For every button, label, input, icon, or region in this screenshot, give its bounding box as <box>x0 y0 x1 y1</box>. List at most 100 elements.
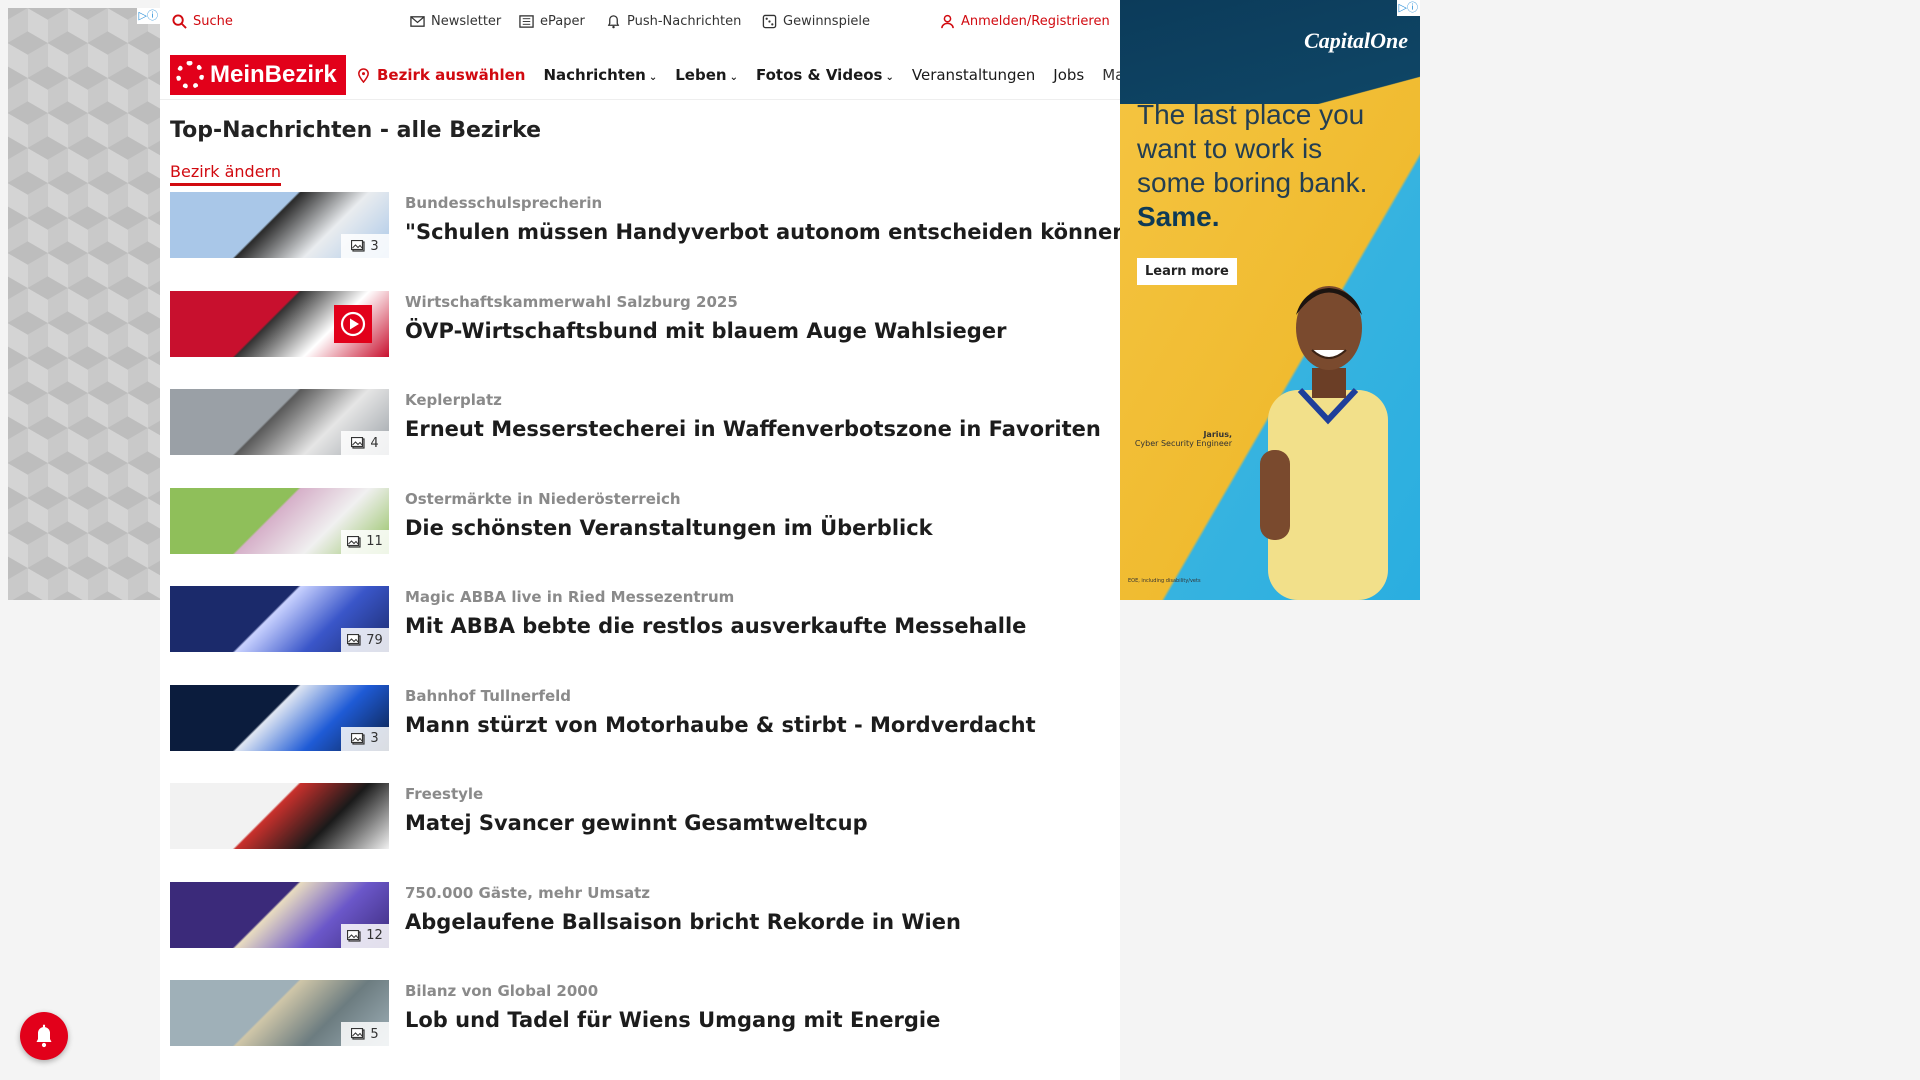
nav-item-nachrichten[interactable]: Nachrichten ⌄ <box>543 66 657 84</box>
chevron-down-icon: ⌄ <box>648 72 658 83</box>
push-notifications-link[interactable]: Push-Nachrichten <box>606 14 741 29</box>
photo-count-badge: 11 <box>341 529 389 554</box>
gallery-icon <box>351 1028 365 1040</box>
nav-item-label: Jobs <box>1053 66 1085 84</box>
article-item[interactable]: Wirtschaftskammerwahl Salzburg 2025 ÖVP-W… <box>170 290 1120 390</box>
article-item[interactable]: 12 750.000 Gäste, mehr Umsatz Abgelaufene … <box>170 881 1120 981</box>
ad-caption: Jarius, Cyber Security Engineer <box>1132 430 1232 448</box>
gallery-icon <box>351 240 365 252</box>
ad-fine-print: EOE, including disability/vets <box>1128 578 1201 584</box>
article-item[interactable]: 11 Ostermärkte in Niederösterreich Die sch… <box>170 487 1120 587</box>
photo-count: 5 <box>370 1026 379 1042</box>
photo-count-badge: 12 <box>341 923 389 948</box>
epaper-link[interactable]: ePaper <box>519 14 585 29</box>
article-kicker: Magic ABBA live in Ried Messezentrum <box>405 588 735 606</box>
change-district-link[interactable]: Bezirk ändern <box>170 162 281 186</box>
photo-count: 79 <box>366 632 383 648</box>
article-headline[interactable]: "Schulen müssen Handyverbot autonom ents… <box>405 220 1138 244</box>
left-skin-ad[interactable]: ▷ⓘ <box>8 8 160 600</box>
search-label: Suche <box>193 14 233 29</box>
right-banner-ad[interactable]: ▷ⓘ CapitalOne The last place you want to… <box>1120 0 1420 600</box>
logo-mark-icon <box>176 61 204 89</box>
nav-items: Bezirk auswählen Nachrichten ⌄ Leben ⌄ Fot… <box>356 66 1182 84</box>
article-item[interactable]: 3 Bahnhof Tullnerfeld Mann stürzt von Moto… <box>170 684 1120 784</box>
newsletter-link[interactable]: Newsletter <box>410 14 501 29</box>
games-label: Gewinnspiele <box>783 14 871 29</box>
article-kicker: Freestyle <box>405 785 484 803</box>
ad-person-name: Jarius, <box>1203 430 1232 439</box>
select-district-label: Bezirk auswählen <box>377 66 526 84</box>
ad-learn-more-button[interactable]: Learn more <box>1137 258 1237 285</box>
nav-item-veranstaltungen[interactable]: Veranstaltungen <box>912 66 1035 84</box>
games-link[interactable]: Gewinnspiele <box>762 14 870 29</box>
nav-item-fotos-videos[interactable]: Fotos & Videos ⌄ <box>756 66 894 84</box>
article-headline[interactable]: Abgelaufene Ballsaison bricht Rekorde in… <box>405 910 961 934</box>
photo-count-badge: 3 <box>341 726 389 751</box>
article-headline[interactable]: Erneut Messerstecherei in Waffenverbotsz… <box>405 417 1101 441</box>
push-label: Push-Nachrichten <box>627 14 742 29</box>
article-kicker: Bahnhof Tullnerfeld <box>405 686 572 705</box>
article-thumbnail[interactable] <box>170 290 389 357</box>
article-kicker: 750.000 Gäste, mehr Umsatz <box>405 883 651 902</box>
ad-headline: The last place you want to work is some … <box>1137 99 1368 198</box>
login-label: Anmelden/Registrieren <box>961 14 1110 29</box>
gallery-icon <box>351 732 365 745</box>
photo-count: 12 <box>366 928 383 943</box>
nav-item-label: Fotos & Videos <box>755 66 883 84</box>
article-thumbnail[interactable]: 3 <box>170 192 389 258</box>
article-item[interactable]: 79 Magic ABBA live in Ried Messezentrum Mi… <box>170 586 1120 685</box>
article-item[interactable]: Freestyle Matej Svancer gewinnt Gesamtwel… <box>170 783 1120 882</box>
article-item[interactable]: 4 Keplerplatz Erneut Messerstecherei in Wa… <box>170 389 1120 488</box>
photo-count-badge: 79 <box>341 628 389 652</box>
gallery-icon <box>347 929 361 942</box>
article-thumbnail[interactable]: 3 <box>170 684 389 751</box>
nav-item-label: Leben <box>675 66 727 84</box>
search-icon <box>172 14 187 29</box>
article-thumbnail[interactable]: 5 <box>170 980 389 1046</box>
mail-icon <box>410 16 425 27</box>
article-thumbnail[interactable] <box>170 783 389 849</box>
photo-count: 4 <box>370 435 379 451</box>
epaper-label: ePaper <box>540 14 585 29</box>
nav-item-jobs[interactable]: Jobs <box>1053 66 1084 84</box>
nav-item-label: Nachrichten <box>543 66 646 84</box>
article-thumbnail[interactable]: 11 <box>170 487 389 554</box>
photo-count-badge: 3 <box>341 234 389 258</box>
newspaper-icon <box>519 15 534 28</box>
nav-item-leben[interactable]: Leben ⌄ <box>675 66 738 84</box>
search-link[interactable]: Suche <box>172 14 233 29</box>
push-subscribe-button[interactable] <box>20 1012 68 1060</box>
bell-icon <box>607 15 620 29</box>
photo-count: 3 <box>370 731 379 746</box>
adchoices-icon[interactable]: ▷ⓘ <box>136 8 160 24</box>
login-link[interactable]: Anmelden/Registrieren <box>940 14 1110 29</box>
utility-bar: Suche Newsletter ePaper Push-Nachrichten… <box>160 0 1120 46</box>
ad-headline-strong: Same. <box>1137 201 1220 232</box>
section-title: Top-Nachrichten - alle Bezirke <box>170 118 542 143</box>
article-headline[interactable]: Matej Svancer gewinnt Gesamtweltcup <box>405 811 868 835</box>
article-item[interactable]: 5 Bilanz von Global 2000 Lob und Tadel für… <box>170 980 1120 1079</box>
article-thumbnail[interactable]: 79 <box>170 586 389 652</box>
article-thumbnail[interactable]: 4 <box>170 389 389 455</box>
article-headline[interactable]: ÖVP-Wirtschaftsbund mit blauem Auge Wahl… <box>405 319 1006 343</box>
select-district-button[interactable]: Bezirk auswählen <box>356 66 525 84</box>
play-video-icon[interactable] <box>334 304 372 343</box>
ad-brand-logo: CapitalOne <box>1304 28 1408 53</box>
article-item[interactable]: 3 Bundesschulsprecherin "Schulen müssen Ha… <box>170 192 1138 291</box>
site-logo[interactable]: MeinBezirk <box>170 55 346 95</box>
article-headline[interactable]: Die schönsten Veranstaltungen im Überbli… <box>405 516 933 540</box>
logo-text: MeinBezirk <box>210 61 337 88</box>
newsletter-label: Newsletter <box>431 14 502 29</box>
bell-icon <box>36 1024 52 1048</box>
adchoices-icon[interactable]: ▷ⓘ <box>1396 0 1420 16</box>
article-headline[interactable]: Mit ABBA bebte die restlos ausverkaufte … <box>405 614 1026 638</box>
photo-count-badge: 4 <box>341 431 389 455</box>
ad-person-image <box>1260 286 1388 600</box>
article-headline[interactable]: Mann stürzt von Motorhaube & stirbt - Mo… <box>405 713 1036 737</box>
ad-copy: The last place you want to work is some … <box>1137 98 1397 234</box>
chevron-down-icon: ⌄ <box>885 72 894 83</box>
article-thumbnail[interactable]: 12 <box>170 881 389 948</box>
article-headline[interactable]: Lob und Tadel für Wiens Umgang mit Energ… <box>405 1008 940 1032</box>
article-list: 3 Bundesschulsprecherin "Schulen müssen Ha… <box>170 192 1138 1079</box>
gallery-icon <box>347 634 361 646</box>
